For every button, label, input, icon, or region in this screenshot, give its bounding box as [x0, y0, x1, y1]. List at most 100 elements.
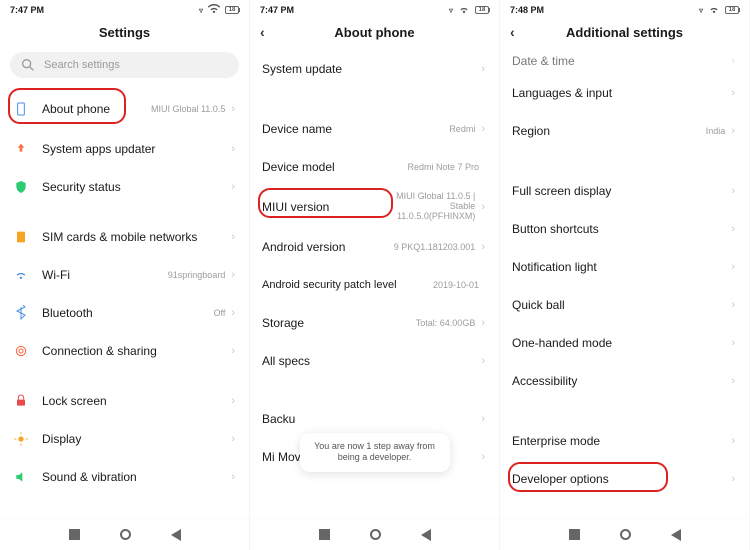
- page-title: About phone: [262, 25, 487, 40]
- battery-icon: 18: [225, 6, 239, 14]
- nav-back[interactable]: [171, 529, 181, 541]
- chevron-right-icon: ›: [481, 317, 485, 329]
- item-languages-input[interactable]: Languages & input ›: [500, 74, 749, 112]
- chevron-right-icon: ›: [731, 337, 735, 349]
- chevron-right-icon: ›: [481, 201, 485, 213]
- chevron-right-icon: ›: [481, 451, 485, 463]
- chevron-right-icon: ›: [731, 87, 735, 99]
- item-display[interactable]: Display ›: [0, 420, 249, 458]
- status-bar: 7:47 PM ▿ 18: [250, 0, 499, 18]
- item-system-update[interactable]: System update ›: [250, 50, 499, 88]
- item-full-screen-display[interactable]: Full screen display ›: [500, 172, 749, 210]
- item-security-status[interactable]: Security status ›: [0, 168, 249, 206]
- item-system-apps-updater[interactable]: System apps updater ›: [0, 130, 249, 168]
- search-input[interactable]: Search settings: [10, 52, 239, 78]
- search-icon: [20, 57, 36, 73]
- chevron-right-icon: ›: [481, 63, 485, 75]
- notif-icon: ▿: [449, 6, 453, 15]
- nav-recents[interactable]: [319, 529, 330, 540]
- notif-icon: ▿: [699, 6, 703, 15]
- status-icons: ▿ 18: [199, 1, 239, 19]
- item-all-specs[interactable]: All specs ›: [250, 342, 499, 380]
- item-bluetooth[interactable]: Bluetooth Off ›: [0, 294, 249, 332]
- item-sound-vibration[interactable]: Sound & vibration ›: [0, 458, 249, 496]
- item-lock-screen[interactable]: Lock screen ›: [0, 382, 249, 420]
- item-enterprise-mode[interactable]: Enterprise mode ›: [500, 422, 749, 460]
- search-placeholder: Search settings: [44, 59, 120, 71]
- chevron-right-icon: ›: [231, 103, 235, 115]
- wifi-icon: [456, 1, 472, 19]
- share-icon: [12, 342, 30, 360]
- chevron-right-icon: ›: [481, 355, 485, 367]
- chevron-right-icon: ›: [231, 395, 235, 407]
- nav-home[interactable]: [120, 529, 131, 540]
- item-connection-sharing[interactable]: Connection & sharing ›: [0, 332, 249, 370]
- update-icon: [12, 140, 30, 158]
- header-additional: ‹ Additional settings: [500, 18, 749, 46]
- item-wifi[interactable]: Wi-Fi 91springboard ›: [0, 256, 249, 294]
- item-quick-ball[interactable]: Quick ball ›: [500, 286, 749, 324]
- item-date-time[interactable]: Date & time ›: [500, 48, 749, 74]
- nav-recents[interactable]: [569, 529, 580, 540]
- chevron-right-icon: ›: [231, 143, 235, 155]
- status-bar: 7:47 PM ▿ 18: [0, 0, 249, 18]
- developer-toast: You are now 1 step away from being a dev…: [300, 433, 450, 472]
- status-bar: 7:48 PM ▿ 18: [500, 0, 749, 18]
- header-about: ‹ About phone: [250, 18, 499, 46]
- back-button[interactable]: ‹: [260, 24, 265, 40]
- battery-icon: 18: [475, 6, 489, 14]
- chevron-right-icon: ›: [231, 231, 235, 243]
- item-button-shortcuts[interactable]: Button shortcuts ›: [500, 210, 749, 248]
- item-device-name[interactable]: Device name Redmi ›: [250, 110, 499, 148]
- chevron-right-icon: ›: [481, 413, 485, 425]
- chevron-right-icon: ›: [231, 307, 235, 319]
- battery-icon: 18: [725, 6, 739, 14]
- wifi-icon-row: [12, 266, 30, 284]
- nav-recents[interactable]: [69, 529, 80, 540]
- nav-back[interactable]: [671, 529, 681, 541]
- sound-icon: [12, 468, 30, 486]
- item-sim-cards[interactable]: SIM cards & mobile networks ›: [0, 218, 249, 256]
- chevron-right-icon: ›: [731, 473, 735, 485]
- nav-back[interactable]: [421, 529, 431, 541]
- page-title: Settings: [12, 25, 237, 40]
- item-miui-version[interactable]: MIUI version MIUI Global 11.0.5 | Stable…: [250, 186, 499, 228]
- nav-bar: [500, 518, 749, 550]
- item-accessibility[interactable]: Accessibility ›: [500, 362, 749, 400]
- chevron-right-icon: ›: [731, 261, 735, 273]
- header-settings: Settings: [0, 18, 249, 46]
- chevron-right-icon: ›: [731, 299, 735, 311]
- item-storage[interactable]: Storage Total: 64.00GB ›: [250, 304, 499, 342]
- chevron-right-icon: ›: [231, 181, 235, 193]
- item-device-model[interactable]: Device model Redmi Note 7 Pro: [250, 148, 499, 186]
- item-region[interactable]: Region India ›: [500, 112, 749, 150]
- item-one-handed-mode[interactable]: One-handed mode ›: [500, 324, 749, 362]
- item-security-patch[interactable]: Android security patch level 2019-10-01: [250, 266, 499, 304]
- display-icon: [12, 430, 30, 448]
- chevron-right-icon: ›: [731, 435, 735, 447]
- item-about-phone[interactable]: About phone MIUI Global 11.0.5 ›: [0, 88, 249, 130]
- chevron-right-icon: ›: [731, 125, 735, 137]
- chevron-right-icon: ›: [481, 123, 485, 135]
- chevron-right-icon: ›: [231, 345, 235, 357]
- item-android-version[interactable]: Android version 9 PKQ1.181203.001 ›: [250, 228, 499, 266]
- item-notification-light[interactable]: Notification light ›: [500, 248, 749, 286]
- chevron-right-icon: ›: [481, 241, 485, 253]
- shield-icon: [12, 178, 30, 196]
- nav-bar: [0, 518, 249, 550]
- status-time: 7:47 PM: [10, 5, 44, 15]
- page-title: Additional settings: [512, 25, 737, 40]
- chevron-right-icon: ›: [731, 223, 735, 235]
- wifi-icon: [206, 1, 222, 19]
- item-developer-options[interactable]: Developer options ›: [500, 460, 749, 498]
- phone-icon: [12, 100, 30, 118]
- chevron-right-icon: ›: [731, 375, 735, 387]
- status-icons: ▿ 18: [699, 1, 739, 19]
- wifi-icon: [706, 1, 722, 19]
- chevron-right-icon: ›: [731, 55, 735, 67]
- status-time: 7:48 PM: [510, 5, 544, 15]
- nav-home[interactable]: [620, 529, 631, 540]
- chevron-right-icon: ›: [231, 269, 235, 281]
- nav-home[interactable]: [370, 529, 381, 540]
- back-button[interactable]: ‹: [510, 24, 515, 40]
